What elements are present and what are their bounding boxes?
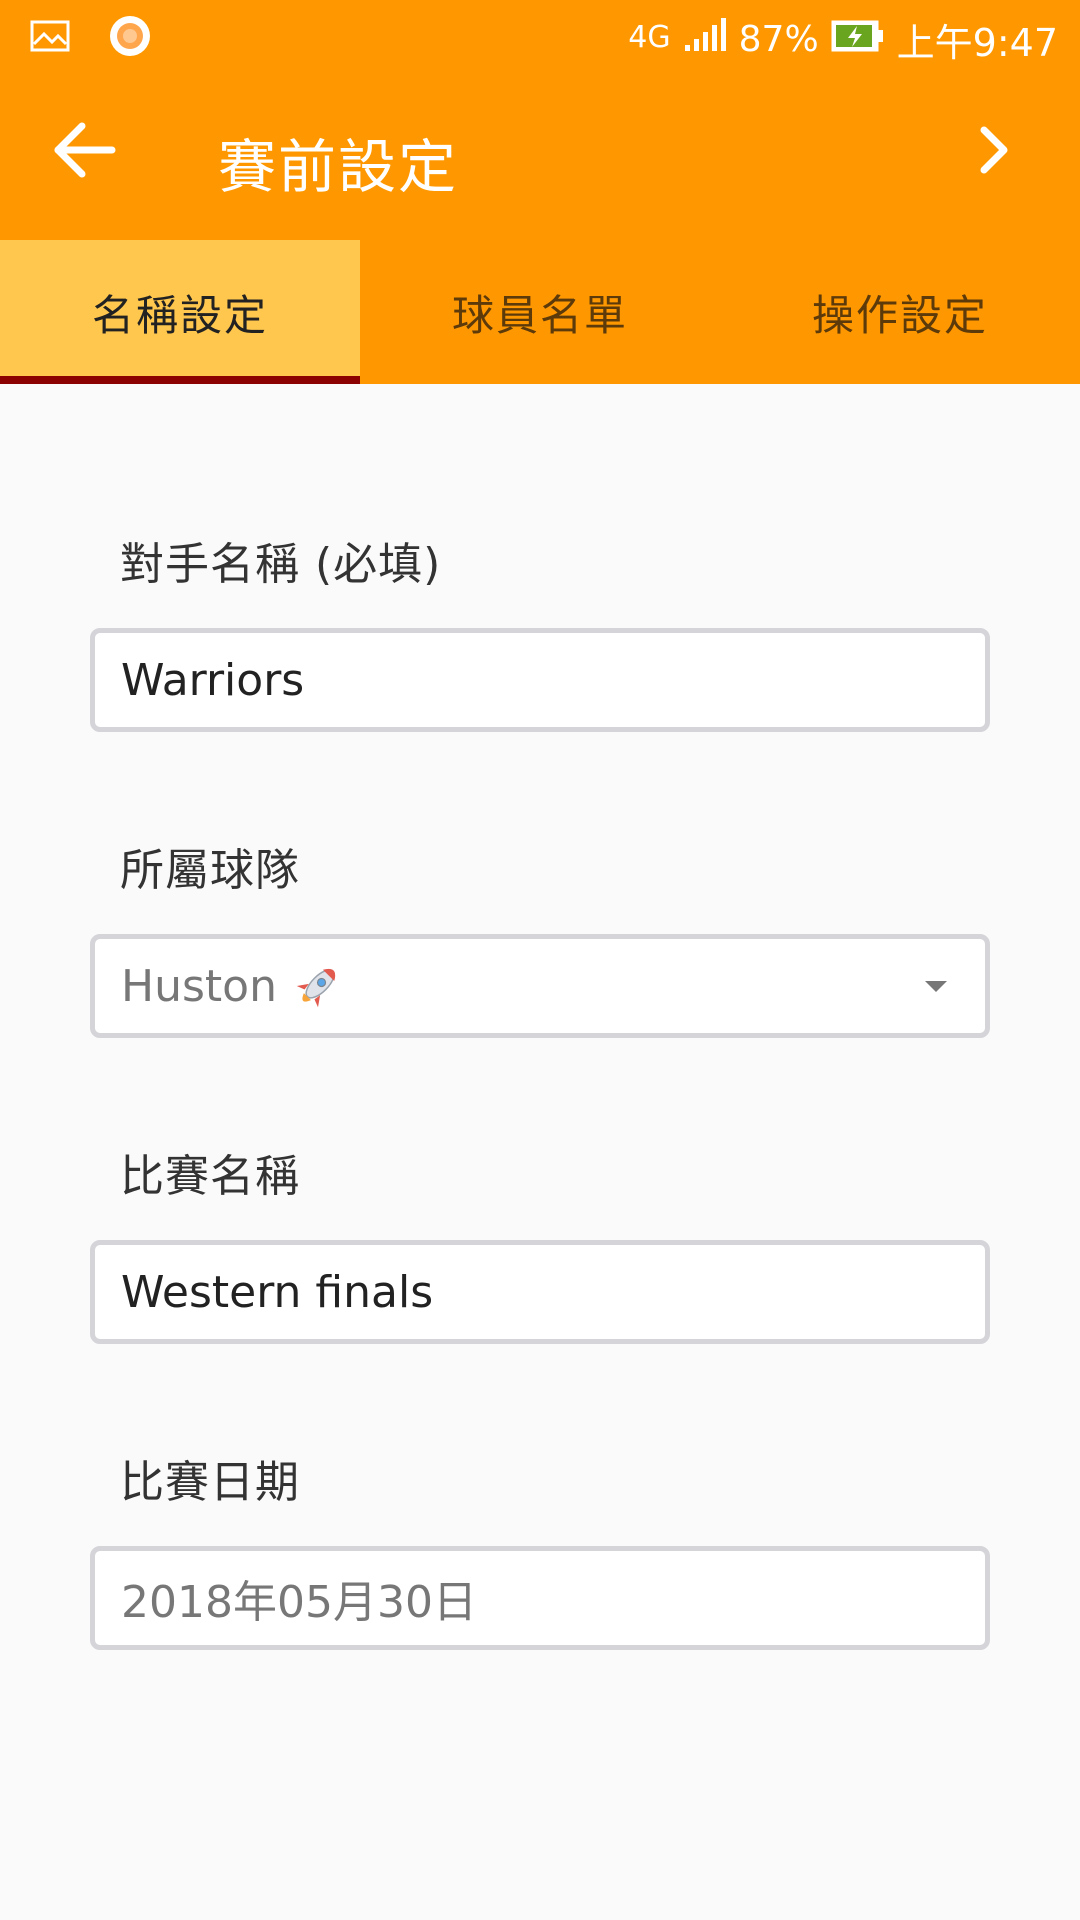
team-label: 所屬球隊 bbox=[120, 845, 300, 896]
tab-operation-settings[interactable]: 操作設定 bbox=[720, 240, 1080, 384]
tab-label: 操作設定 bbox=[811, 290, 988, 340]
rocket-icon bbox=[293, 961, 343, 1011]
team-select[interactable]: Huston bbox=[90, 934, 990, 1038]
clock: 上午9:47 bbox=[896, 21, 1058, 65]
network-type: 4G bbox=[628, 20, 671, 55]
match-name-value: Western finals bbox=[121, 1266, 434, 1318]
tab-label: 球員名單 bbox=[451, 290, 628, 340]
page-title: 賽前設定 bbox=[218, 133, 459, 201]
app-bar: 賽前設定 bbox=[0, 72, 1080, 240]
next-button[interactable] bbox=[954, 112, 1034, 192]
match-name-input[interactable]: Western finals bbox=[90, 1240, 990, 1344]
back-button[interactable] bbox=[44, 112, 124, 192]
tab-player-list[interactable]: 球員名單 bbox=[360, 240, 720, 384]
opponent-value: Warriors bbox=[121, 654, 305, 706]
opponent-label: 對手名稱 (必填) bbox=[120, 539, 442, 590]
tab-bar: 名稱設定 球員名單 操作設定 bbox=[0, 240, 1080, 384]
status-bar: 4G 87% 上午9:47 bbox=[0, 0, 1080, 72]
tab-label: 名稱設定 bbox=[91, 290, 268, 340]
match-date-label: 比賽日期 bbox=[120, 1457, 300, 1508]
tab-name-settings[interactable]: 名稱設定 bbox=[0, 240, 360, 384]
battery-percent: 87% bbox=[738, 19, 819, 60]
gallery-icon bbox=[30, 20, 70, 56]
match-name-label: 比賽名稱 bbox=[120, 1151, 300, 1202]
match-date-picker[interactable]: 2018年05月30日 bbox=[90, 1546, 990, 1650]
arrow-left-icon bbox=[52, 122, 116, 182]
battery-charging-icon bbox=[831, 18, 885, 62]
chevron-right-icon bbox=[976, 124, 1012, 180]
signal-icon bbox=[683, 17, 727, 62]
team-value: Huston bbox=[121, 960, 277, 1012]
record-icon bbox=[108, 14, 152, 62]
dropdown-arrow-icon bbox=[925, 981, 947, 992]
match-setup-form: 對手名稱 (必填) Warriors 所屬球隊 Huston 比賽名稱 West… bbox=[90, 520, 990, 1650]
match-date-value: 2018年05月30日 bbox=[121, 1577, 477, 1628]
opponent-input[interactable]: Warriors bbox=[90, 628, 990, 732]
